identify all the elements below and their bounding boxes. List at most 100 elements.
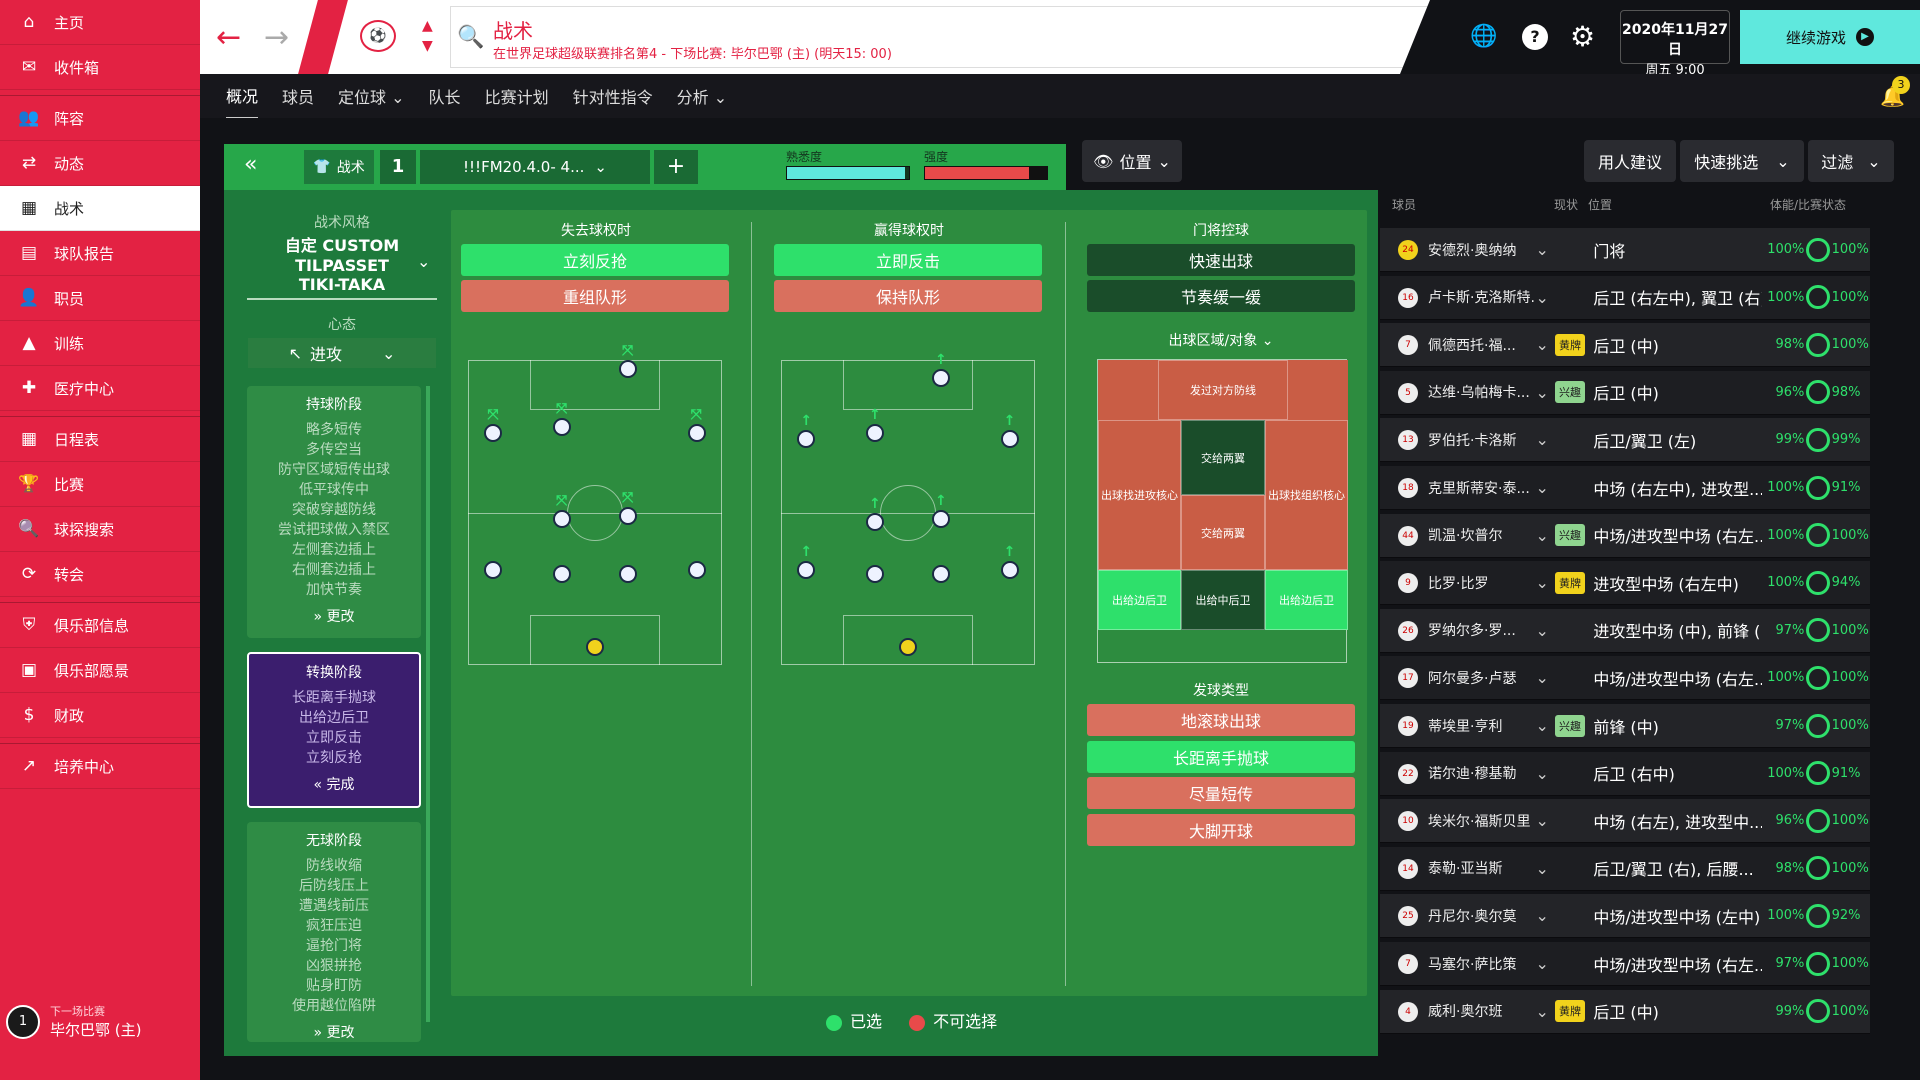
search-icon[interactable]: 🔍 [457,25,484,50]
distribute-quickly-option[interactable]: 快速出球 [1087,244,1355,276]
sidebar-item-8[interactable]: ✚ 医疗中心 [0,366,200,411]
distribution-zone[interactable]: 出球找进攻核心 [1098,420,1181,570]
phase-action-button[interactable]: » 更改 [247,1022,421,1042]
tab-2[interactable]: 定位球 ⌄ [338,74,405,118]
chevron-down-icon[interactable]: ⌄ [1535,811,1554,830]
player-row[interactable]: 5 达维·乌帕梅卡... ⌄ 兴趣 后卫 (中) 96% 98% [1380,370,1870,415]
sidebar-item-14[interactable]: ▣ 俱乐部愿景 [0,648,200,693]
sidebar-item-10[interactable]: 🏆 比赛 [0,462,200,507]
player-row[interactable]: 24 安德烈·奥纳纳 ⌄ 门将 100% 100% [1380,228,1870,272]
gear-icon[interactable]: ⚙ [1570,20,1595,53]
sidebar-item-9[interactable]: ▦ 日程表 [0,417,200,462]
chevron-down-icon[interactable]: ⌄ [1535,716,1554,735]
player-row[interactable]: 7 佩德西托·福... ⌄ 黄牌 后卫 (中) 98% 100% [1380,323,1870,368]
chevron-down-icon[interactable]: ⌄ [1535,859,1554,878]
player-row[interactable]: 25 丹尼尔·奥尔莫 ⌄ 中场/进攻型中场 (左中) 100% 92% [1380,894,1870,939]
chevron-down-icon[interactable]: ⌄ [1535,240,1554,259]
add-tactic-button[interactable]: + [654,150,698,184]
player-row[interactable]: 22 诺尔迪·穆基勒 ⌄ 后卫 (右中) 100% 91% [1380,751,1870,796]
counter-option[interactable]: 立即反击 [774,244,1042,276]
hold-shape-option[interactable]: 保持队形 [774,280,1042,312]
chevron-down-icon[interactable]: ⌄ [1535,383,1554,402]
dist-option[interactable]: 尽量短传 [1087,777,1355,809]
tab-5[interactable]: 针对性指令 [573,74,653,118]
player-row[interactable]: 14 泰勒·亚当斯 ⌄ 后卫/翼卫 (右), 后腰... 98% 100% [1380,846,1870,891]
chevron-down-icon[interactable]: ⌄ [1535,621,1554,640]
tactic-select[interactable]: !!!FM20.4.0- 4... ⌄ [420,150,650,184]
chevron-down-icon[interactable]: ⌄ [1535,430,1554,449]
sidebar-item-13[interactable]: ⛨ 俱乐部信息 [0,603,200,648]
player-row[interactable]: 17 阿尔曼多·卢瑟 ⌄ 中场/进攻型中场 (右左... 100% 100% [1380,656,1870,701]
dist-option[interactable]: 长距离手抛球 [1087,741,1355,773]
collapse-icon[interactable]: « [244,152,257,177]
counter-press-option[interactable]: 立刻反抢 [461,244,729,276]
distribution-zone[interactable]: 出球找组织核心 [1265,420,1348,570]
continue-button[interactable]: 继续游戏 ▶ [1740,10,1920,64]
tab-0[interactable]: 概况 [226,73,259,120]
slow-pace-option[interactable]: 节奏缓一缓 [1087,280,1355,312]
player-row[interactable]: 4 威利·奥尔班 ⌄ 黄牌 后卫 (中) 99% 100% [1380,989,1870,1034]
chevron-down-icon[interactable]: ⌄ [1535,335,1554,354]
style-chevron-icon[interactable]: ⌄ [417,252,430,271]
phase-action-button[interactable]: » 更改 [247,606,421,626]
chevron-down-icon[interactable]: ⌄ [1535,478,1554,497]
sidebar-item-5[interactable]: ▤ 球队报告 [0,231,200,276]
chevron-down-icon[interactable]: ⌄ [1535,288,1554,307]
tab-1[interactable]: 球员 [282,74,314,118]
col-status[interactable]: 现状 [1554,196,1578,213]
phase-action-button[interactable]: « 完成 [249,774,419,794]
club-badge-icon[interactable]: ⚽ [360,20,396,52]
distribution-zone[interactable]: 交给两翼 [1181,495,1265,570]
distribution-zone[interactable]: 出给边后卫 [1098,570,1181,630]
phase-card-transition[interactable]: 转换阶段 长距离手抛球 出给边后卫 立即反击 立刻反抢 « 完成 [247,652,421,808]
sidebar-item-7[interactable]: ▲ 训练 [0,321,200,366]
chevron-down-icon[interactable]: ⌄ [1535,1002,1554,1021]
player-row[interactable]: 10 埃米尔·福斯贝里 ⌄ 中场 (右左), 进攻型中... 96% 100% [1380,799,1870,844]
distribution-zone[interactable]: 出给边后卫 [1265,570,1348,630]
col-fit[interactable]: 体能/比赛状态 [1770,196,1846,213]
globe-icon[interactable]: 🌐 [1470,24,1497,49]
phase-card-out-of-possession[interactable]: 无球阶段 防线收缩 后防线压上 遭遇线前压 疯狂压迫 逼抢门将 凶狠拼抢 贴身盯防 使用越位陷阱… [247,822,421,1042]
player-row[interactable]: 13 罗伯托·卡洛斯 ⌄ 后卫/翼卫 (左) 99% 99% [1380,418,1870,463]
next-match[interactable]: 1 下一场比赛 毕尔巴鄂 (主) [6,1003,141,1040]
sidebar-item-12[interactable]: ⟳ 转会 [0,552,200,597]
chevron-down-icon[interactable]: ⌄ [1535,668,1554,687]
player-row[interactable]: 44 凯温·坎普尔 ⌄ 兴趣 中场/进攻型中场 (右左... 100% 100% [1380,513,1870,558]
forward-arrow-icon[interactable]: → [264,20,289,55]
dist-option[interactable]: 地滚球出球 [1087,704,1355,736]
chevron-down-icon[interactable]: ⌄ [1535,954,1554,973]
player-row[interactable]: 19 蒂埃里·亨利 ⌄ 兴趣 前锋 (中) 97% 100% [1380,704,1870,748]
sidebar-item-16[interactable]: ↗ 培养中心 [0,744,200,789]
notification-bell[interactable]: 🔔 3 [1880,76,1910,108]
chevron-down-icon[interactable]: ⌄ [1535,573,1554,592]
col-position[interactable]: 位置 [1588,196,1612,213]
chevron-down-icon[interactable]: ⌄ [1535,906,1554,925]
tactic-tab[interactable]: 👕 战术 [304,150,374,184]
player-row[interactable]: 9 比罗·比罗 ⌄ 黄牌 进攻型中场 (右左中) 100% 94% [1380,561,1870,606]
player-row[interactable]: 7 马塞尔·萨比策 ⌄ 中场/进攻型中场 (右左... 97% 100% [1380,942,1870,986]
sidebar-item-11[interactable]: 🔍 球探搜索 [0,507,200,552]
player-row[interactable]: 16 卢卡斯·克洛斯特... ⌄ 后卫 (右左中), 翼卫 (右) 100% 100% [1380,275,1870,320]
filter-button[interactable]: 过滤 ⌄ [1808,140,1894,182]
zones-label[interactable]: 出球区域/对象 ⌄ [1087,330,1355,350]
phase-card-possession[interactable]: 持球阶段 略多短传 多传空当 防守区域短传出球 低平球传中 突破穿越防线 尝试把球做入禁区左… [247,386,421,638]
regroup-option[interactable]: 重组队形 [461,280,729,312]
position-button[interactable]: 👁 位置 ⌄ [1082,140,1182,182]
player-row[interactable]: 18 克里斯蒂安·泰... ⌄ 中场 (右左中), 进攻型... 100% 91% [1380,466,1870,510]
help-icon[interactable]: ? [1522,24,1548,50]
col-player[interactable]: 球员 [1392,196,1416,213]
tab-6[interactable]: 分析 ⌄ [677,74,728,118]
chevron-up-down-icon[interactable]: ▲ ▼ [422,16,433,56]
sidebar-item-2[interactable]: 👥 阵容 [0,96,200,141]
sidebar-item-6[interactable]: 👤 职员 [0,276,200,321]
distribution-zone[interactable]: 发过对方防线 [1158,360,1288,420]
sidebar-item-3[interactable]: ⇄ 动态 [0,141,200,186]
chevron-down-icon[interactable]: ⌄ [1535,764,1554,783]
sidebar-item-4[interactable]: ▦ 战术 [0,186,200,231]
player-row[interactable]: 26 罗纳尔多·罗... ⌄ 进攻型中场 (中), 前锋 (... 97% 100% [1380,608,1870,653]
dist-option[interactable]: 大脚开球 [1087,814,1355,846]
sidebar-item-15[interactable]: $ 财政 [0,693,200,738]
tab-4[interactable]: 比赛计划 [485,74,549,118]
mentality-select[interactable]: ↖ 进攻 ⌄ [248,338,436,368]
distribution-zone[interactable]: 出给中后卫 [1181,570,1265,630]
